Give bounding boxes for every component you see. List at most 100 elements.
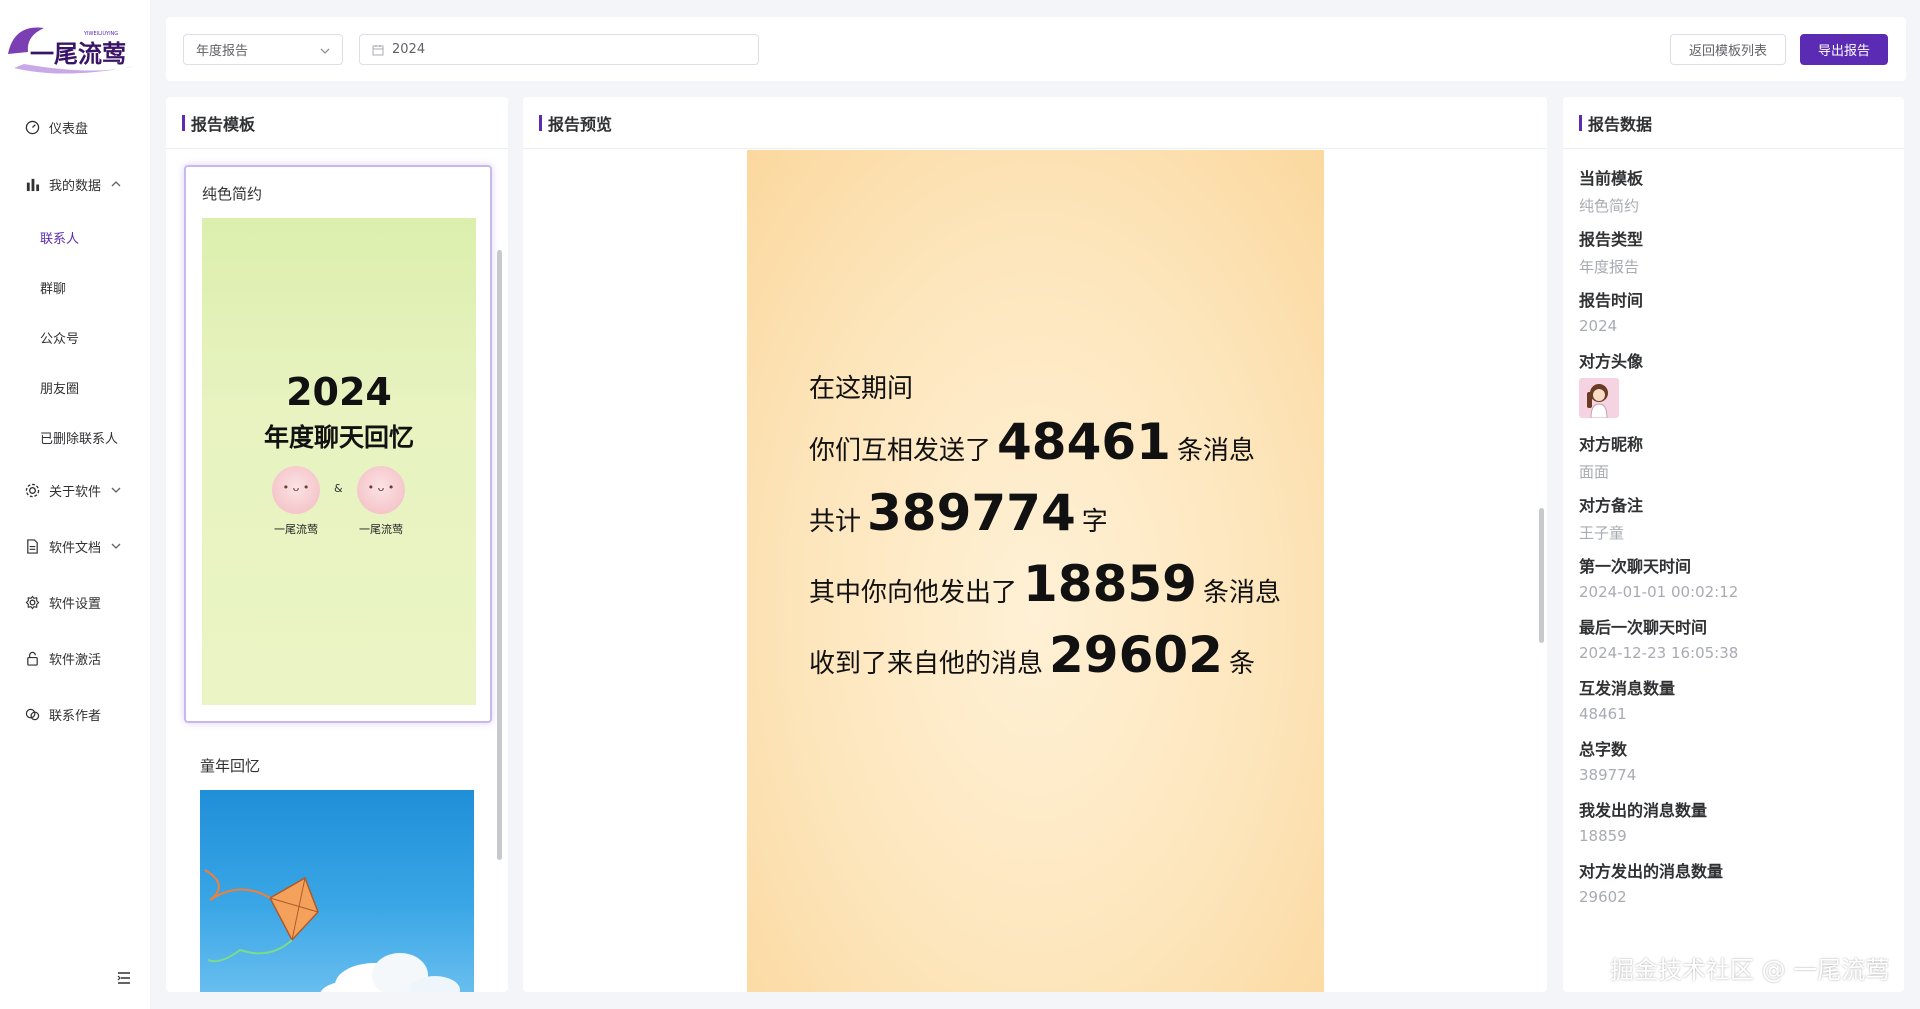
data-total-messages: 互发消息数量 48461 — [1579, 675, 1675, 723]
report-received-messages: 29602 — [1049, 626, 1223, 684]
nav-my-data[interactable]: 我的数据 — [0, 164, 150, 204]
report-line-5-post: 条 — [1228, 649, 1255, 679]
collapse-menu-icon[interactable] — [116, 970, 132, 986]
report-line-5-pre: 收到了来自他的消息 — [809, 649, 1044, 679]
sidebar-item-contacts[interactable]: 联系人 — [40, 222, 79, 252]
data-value: 18859 — [1579, 827, 1627, 845]
report-sent-messages: 18859 — [1023, 555, 1197, 613]
export-report-button[interactable]: 导出报告 — [1800, 34, 1888, 65]
report-line-4-post: 条消息 — [1202, 578, 1281, 608]
data-value: 纯色简约 — [1579, 197, 1640, 215]
report-line-2: 你们互相发送了 48461 条消息 — [809, 413, 1255, 471]
nav-dashboard[interactable]: 仪表盘 — [0, 107, 150, 147]
data-label: 第一次聊天时间 — [1579, 557, 1692, 576]
data-my-messages: 我发出的消息数量 18859 — [1579, 797, 1707, 845]
watermark: 掘金技术社区 @ 一尾流莺 — [1610, 956, 1890, 984]
report-total-messages: 48461 — [997, 413, 1171, 471]
nav-docs-label: 软件文档 — [49, 540, 102, 556]
nav-docs[interactable]: 软件文档 — [0, 526, 150, 566]
report-preview-canvas: 在这期间 你们互相发送了 48461 条消息 共计 389774 字 其中你向他… — [747, 150, 1324, 992]
data-label: 对方备注 — [1579, 496, 1644, 515]
kite-illustration — [204, 869, 460, 992]
report-line-3-post: 字 — [1081, 507, 1108, 537]
data-label: 对方昵称 — [1579, 435, 1644, 454]
nav-dashboard-label: 仪表盘 — [49, 121, 89, 137]
template-list-scrollbar[interactable] — [497, 250, 502, 860]
chevron-down-icon — [111, 541, 121, 551]
data-value: 2024-01-01 00:02:12 — [1579, 583, 1739, 601]
avatar — [272, 466, 320, 514]
year-picker[interactable]: 2024 — [359, 34, 759, 65]
report-line-4: 其中你向他发出了 18859 条消息 — [809, 555, 1281, 613]
report-line-2-pre: 你们互相发送了 — [809, 436, 992, 466]
sidebar-item-groups[interactable]: 群聊 — [40, 272, 66, 302]
nav-settings[interactable]: 软件设置 — [0, 582, 150, 622]
logo-graphic: 一尾流莺 YIWEILIUYING — [8, 27, 136, 74]
data-label: 对方发出的消息数量 — [1579, 862, 1724, 881]
data-last-chat-time: 最后一次聊天时间 2024-12-23 16:05:38 — [1579, 614, 1738, 662]
data-report-time: 报告时间 2024 — [1579, 287, 1643, 335]
report-line-1: 在这期间 — [809, 368, 913, 405]
data-label: 我发出的消息数量 — [1579, 801, 1708, 820]
nav-settings-label: 软件设置 — [49, 596, 102, 612]
sidebar-item-deleted-contacts[interactable]: 已删除联系人 — [40, 422, 118, 452]
logo-small-text: YIWEILIUYING — [83, 31, 118, 37]
nav-my-data-label: 我的数据 — [49, 178, 102, 194]
bar-chart-icon — [24, 176, 40, 192]
data-label: 当前模板 — [1579, 169, 1644, 188]
settings-cog-icon — [24, 482, 40, 498]
sidebar-item-moments[interactable]: 朋友圈 — [40, 372, 79, 402]
chevron-down-icon — [320, 45, 330, 60]
nav-about[interactable]: 关于软件 — [0, 470, 150, 510]
nav-contact-author[interactable]: 联系作者 — [0, 694, 150, 734]
nav-activation[interactable]: 软件激活 — [0, 638, 150, 678]
report-data-panel-title: 报告数据 — [1563, 97, 1904, 149]
thumbnail-title: 年度聊天回忆 — [263, 423, 414, 452]
nav-about-label: 关于软件 — [49, 484, 102, 500]
sidebar-item-official-accounts[interactable]: 公众号 — [40, 322, 79, 352]
app-logo[interactable]: 一尾流莺 YIWEILIUYING — [4, 18, 144, 80]
data-partner-remark: 对方备注 王子童 — [1579, 492, 1643, 543]
preview-panel-title: 报告预览 — [523, 97, 1547, 149]
template-name: 纯色简约 — [202, 185, 263, 203]
report-total-chars: 389774 — [867, 484, 1076, 542]
data-partner-nickname: 对方昵称 面面 — [1579, 431, 1643, 482]
preview-panel: 报告预览 在这期间 你们互相发送了 48461 条消息 共计 389774 字 … — [523, 97, 1547, 992]
ampersand: & — [334, 482, 343, 495]
data-value: 年度报告 — [1579, 258, 1640, 276]
preview-scrollbar[interactable] — [1539, 508, 1544, 643]
gear-icon — [24, 594, 40, 610]
avatar-name-left: 一尾流莺 — [274, 523, 318, 536]
data-label: 报告类型 — [1579, 230, 1644, 249]
toolbar: 年度报告 2024 返回模板列表 导出报告 — [166, 17, 1906, 81]
report-line-2-post: 条消息 — [1176, 436, 1255, 466]
report-type-select[interactable]: 年度报告 — [183, 34, 343, 65]
template-panel-title: 报告模板 — [166, 97, 508, 149]
template-card-childhood[interactable]: 童年回忆 — [184, 739, 492, 992]
lock-icon — [24, 650, 40, 666]
back-to-templates-button[interactable]: 返回模板列表 — [1670, 34, 1786, 65]
data-value: 2024 — [1579, 317, 1618, 335]
template-thumbnail: 2024 年度聊天回忆 & 一尾流莺 一尾流莺 — [202, 218, 476, 705]
template-card-plain[interactable]: 纯色简约 2024 年度聊天回忆 & 一尾流莺 一尾流莺 — [184, 165, 492, 723]
avatar-name-right: 一尾流莺 — [359, 523, 403, 536]
data-value: 389774 — [1579, 766, 1637, 784]
nav-contact-author-label: 联系作者 — [49, 708, 102, 724]
report-type-value: 年度报告 — [196, 44, 249, 59]
nav-activation-label: 软件激活 — [49, 652, 102, 668]
document-icon — [24, 538, 40, 554]
data-value: 面面 — [1579, 463, 1610, 481]
template-thumbnail — [200, 790, 474, 992]
dashboard-icon — [24, 119, 40, 135]
avatar — [357, 466, 405, 514]
data-first-chat-time: 第一次聊天时间 2024-01-01 00:02:12 — [1579, 553, 1738, 601]
data-label: 最后一次聊天时间 — [1579, 618, 1708, 637]
data-report-type: 报告类型 年度报告 — [1579, 226, 1643, 277]
report-line-3: 共计 389774 字 — [809, 484, 1108, 542]
data-value: 48461 — [1579, 705, 1627, 723]
template-name: 童年回忆 — [200, 757, 261, 775]
chevron-down-icon — [111, 485, 121, 495]
data-label: 总字数 — [1579, 740, 1628, 759]
thumbnail-year: 2024 — [286, 370, 392, 414]
data-label: 对方头像 — [1579, 352, 1644, 371]
